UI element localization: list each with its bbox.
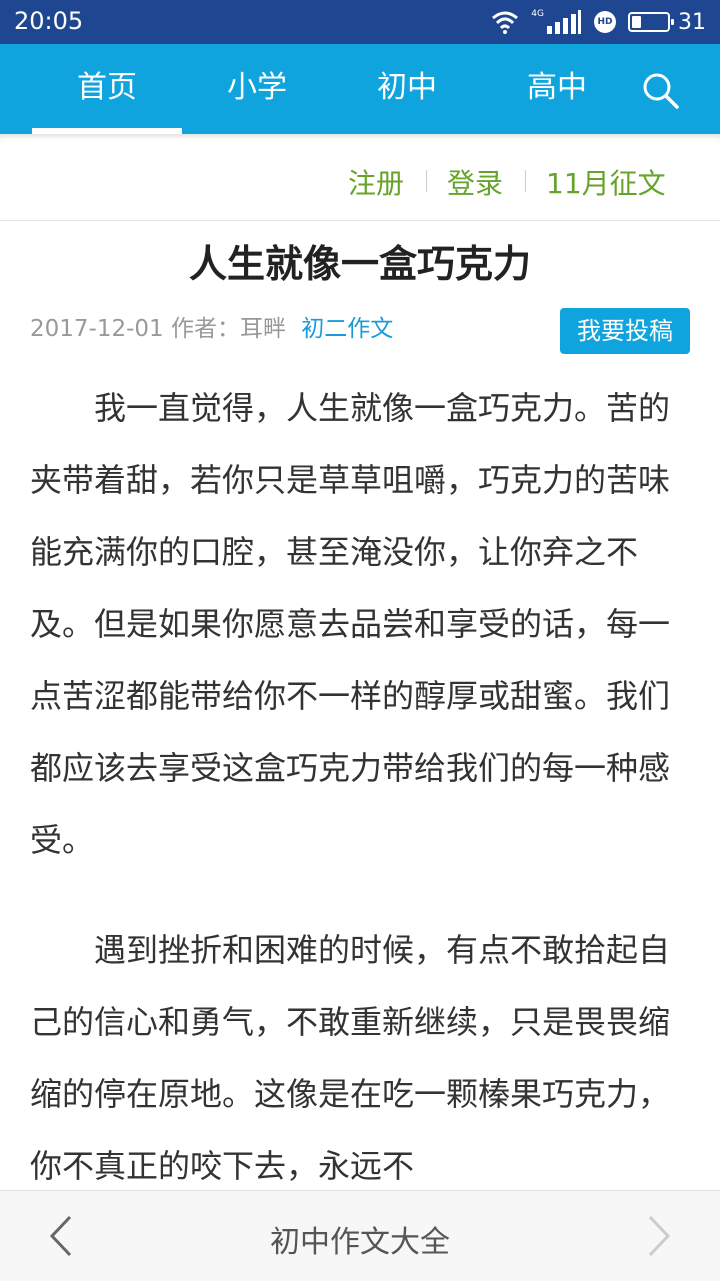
- bottom-bar-title: 初中作文大全: [270, 1225, 450, 1260]
- tab-home[interactable]: 首页: [32, 44, 182, 134]
- article-paragraph: 我一直觉得，人生就像一盒巧克力。苦的夹带着甜，若你只是草草咀嚼，巧克力的苦味能充…: [30, 389, 671, 859]
- tab-primary-school[interactable]: 小学: [182, 44, 332, 134]
- chevron-right-icon[interactable]: [642, 1213, 676, 1259]
- register-link[interactable]: 注册: [348, 162, 404, 202]
- status-time: 20:05: [14, 7, 84, 35]
- wifi-icon: [492, 11, 519, 34]
- tab-junior-high[interactable]: 初中: [332, 44, 482, 134]
- user-links-bar: 注册 登录 11月征文: [0, 134, 720, 221]
- article-body: 我一直觉得，人生就像一盒巧克力。苦的夹带着甜，若你只是草草咀嚼，巧克力的苦味能充…: [30, 372, 690, 1240]
- search-icon[interactable]: [640, 70, 680, 110]
- bottom-bar: 初中作文大全: [0, 1190, 720, 1281]
- contest-link[interactable]: 11月征文: [546, 162, 666, 202]
- article-paragraph: 遇到挫折和困难的时候，有点不敢拾起自己的信心和勇气，不敢重新继续，只是畏畏缩缩的…: [30, 931, 671, 1185]
- article-title: 人生就像一盒巧克力: [188, 242, 531, 286]
- tab-senior-high[interactable]: 高中: [482, 44, 632, 134]
- status-icons: 4G HD 31: [479, 8, 706, 36]
- submit-article-button[interactable]: 我要投稿: [560, 308, 690, 354]
- article-date: 2017-12-01: [30, 316, 164, 342]
- battery-icon: [628, 12, 674, 32]
- article-category-link[interactable]: 初二作文: [301, 316, 393, 342]
- signal-icon: [547, 10, 581, 34]
- link-divider: [426, 170, 427, 192]
- main-nav: 首页 小学 初中 高中: [0, 44, 720, 134]
- status-bar: 20:05 4G HD 31: [0, 0, 720, 44]
- network-type-label: 4G: [531, 9, 544, 19]
- link-divider: [525, 170, 526, 192]
- article-meta: 2017-12-01 作者：耳畔 初二作文: [30, 309, 393, 343]
- battery-level: 31: [678, 9, 706, 35]
- login-link[interactable]: 登录: [447, 162, 503, 202]
- article-author: 作者：耳畔: [170, 316, 286, 342]
- hd-icon: HD: [594, 11, 616, 33]
